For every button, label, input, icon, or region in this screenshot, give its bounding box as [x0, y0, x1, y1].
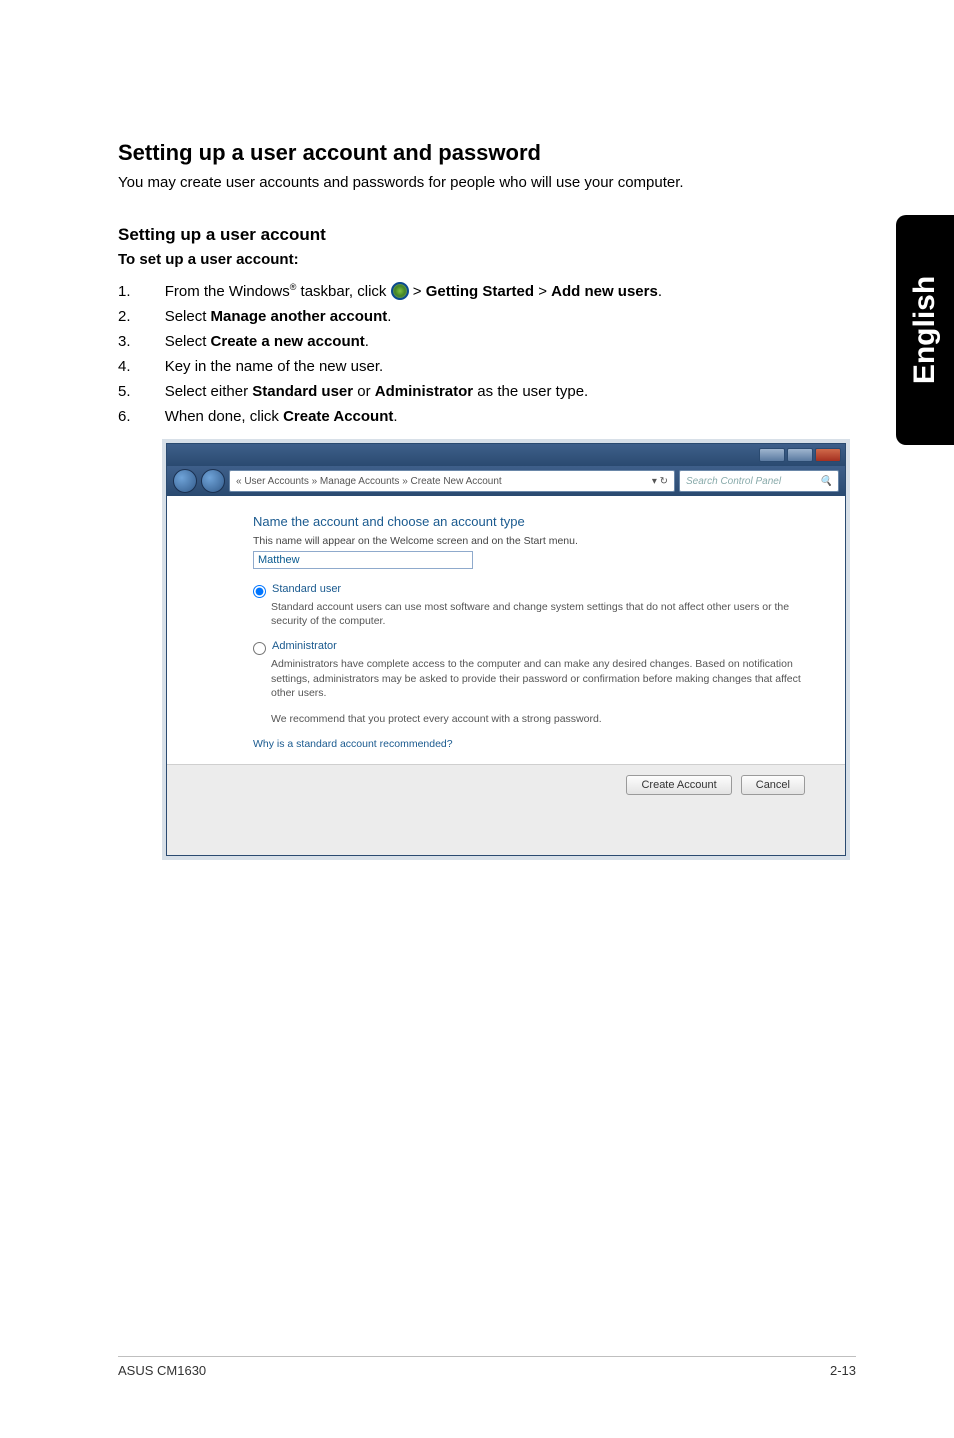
step-1: From the Windows® taskbar, click > Getti… — [118, 282, 856, 300]
cancel-button[interactable]: Cancel — [741, 775, 805, 795]
language-tab-label: English — [908, 276, 942, 384]
maximize-button[interactable] — [787, 448, 813, 462]
step-2-text-a: Select — [165, 308, 211, 325]
radio-standard-user-desc: Standard account users can use most soft… — [271, 600, 805, 628]
step-5: Select either Standard user or Administr… — [118, 383, 856, 400]
button-row: Create Account Cancel — [167, 764, 845, 855]
radio-standard-user[interactable]: Standard user — [253, 583, 805, 598]
step-5-text-c: or — [353, 383, 375, 400]
window-content: Name the account and choose an account t… — [167, 496, 845, 764]
footer-left: ASUS CM1630 — [118, 1363, 206, 1378]
step-2-text-c: . — [387, 308, 391, 325]
step-1-gt-1: > — [409, 283, 426, 300]
step-3-text-a: Select — [165, 333, 211, 350]
runin-label: To set up a user account: — [118, 251, 856, 268]
radio-standard-user-input[interactable] — [253, 585, 266, 598]
minimize-button[interactable] — [759, 448, 785, 462]
start-orb-icon — [391, 282, 409, 300]
step-6-bold: Create Account — [283, 408, 393, 425]
page-footer: ASUS CM1630 2-13 — [118, 1356, 856, 1378]
section-heading: Setting up a user account and password — [118, 140, 856, 166]
window-titlebar — [167, 444, 845, 466]
search-placeholder: Search Control Panel — [686, 476, 781, 487]
steps-list: From the Windows® taskbar, click > Getti… — [118, 282, 856, 425]
step-5-bold-1: Standard user — [252, 383, 353, 400]
content-heading: Name the account and choose an account t… — [253, 514, 805, 529]
nav-toolbar: « User Accounts » Manage Accounts » Crea… — [167, 466, 845, 496]
step-4-text: Key in the name of the new user. — [165, 358, 383, 375]
step-1-gt-2: > — [534, 283, 551, 300]
step-2: Select Manage another account. — [118, 308, 856, 325]
radio-standard-user-label: Standard user — [272, 583, 341, 595]
step-3: Select Create a new account. — [118, 333, 856, 350]
footer-right: 2-13 — [830, 1363, 856, 1378]
step-1-bold-2: Add new users — [551, 283, 658, 300]
step-6-text-a: When done, click — [165, 408, 283, 425]
recommend-text: We recommend that you protect every acco… — [271, 712, 805, 726]
back-button[interactable] — [173, 469, 197, 493]
why-link[interactable]: Why is a standard account recommended? — [253, 738, 805, 750]
step-2-bold: Manage another account — [211, 308, 388, 325]
step-6: When done, click Create Account. — [118, 408, 856, 425]
step-1-text-b: taskbar, click — [296, 283, 390, 300]
forward-button[interactable] — [201, 469, 225, 493]
step-1-text-a: From the Windows — [165, 283, 290, 300]
embedded-screenshot: « User Accounts » Manage Accounts » Crea… — [166, 443, 846, 856]
step-5-bold-2: Administrator — [375, 383, 473, 400]
subheading: Setting up a user account — [118, 225, 856, 245]
intro-paragraph: You may create user accounts and passwor… — [118, 174, 856, 191]
step-1-bold-1: Getting Started — [426, 283, 534, 300]
step-5-text-e: as the user type. — [473, 383, 588, 400]
radio-administrator-input[interactable] — [253, 642, 266, 655]
step-1-end: . — [658, 283, 662, 300]
close-button[interactable] — [815, 448, 841, 462]
radio-administrator-label: Administrator — [272, 640, 337, 652]
step-3-bold: Create a new account — [211, 333, 365, 350]
radio-administrator[interactable]: Administrator — [253, 640, 805, 655]
address-bar[interactable]: « User Accounts » Manage Accounts » Crea… — [229, 470, 675, 492]
create-account-button[interactable]: Create Account — [626, 775, 731, 795]
search-box[interactable]: Search Control Panel 🔍 — [679, 470, 839, 492]
search-icon: 🔍 — [820, 476, 832, 487]
step-4: Key in the name of the new user. — [118, 358, 856, 375]
language-tab: English — [896, 215, 954, 445]
radio-administrator-desc: Administrators have complete access to t… — [271, 657, 805, 700]
content-subtitle: This name will appear on the Welcome scr… — [253, 535, 805, 547]
step-5-text-a: Select either — [165, 383, 253, 400]
step-6-text-c: . — [393, 408, 397, 425]
account-name-input[interactable]: Matthew — [253, 551, 473, 569]
address-bar-text: « User Accounts » Manage Accounts » Crea… — [236, 476, 502, 487]
step-3-text-c: . — [365, 333, 369, 350]
